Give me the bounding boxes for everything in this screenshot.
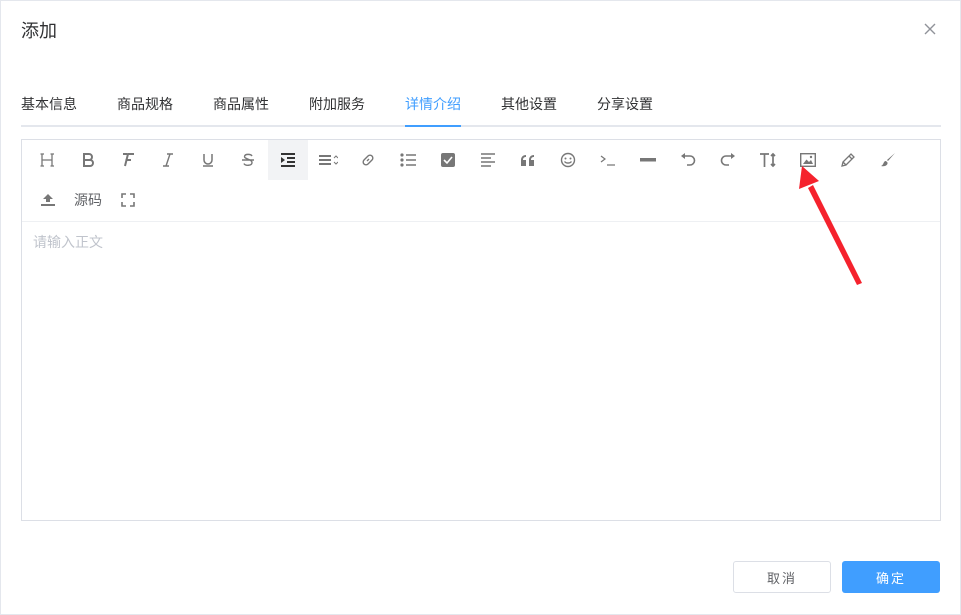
underline-icon[interactable]: [188, 140, 228, 180]
rich-text-editor: 源码 请输入正文: [21, 139, 941, 521]
pen-icon[interactable]: [828, 140, 868, 180]
close-icon[interactable]: [918, 17, 942, 41]
heading-icon[interactable]: [28, 140, 68, 180]
fullscreen-icon[interactable]: [108, 180, 148, 220]
emoji-icon[interactable]: [548, 140, 588, 180]
tab-product-spec[interactable]: 商品规格: [117, 87, 173, 125]
italic-icon[interactable]: [148, 140, 188, 180]
redo-icon[interactable]: [708, 140, 748, 180]
tab-share-settings[interactable]: 分享设置: [597, 87, 653, 125]
tab-bar: 基本信息 商品规格 商品属性 附加服务 详情介绍 其他设置 分享设置: [21, 87, 941, 127]
editor-content-area[interactable]: 请输入正文: [22, 222, 940, 520]
indent-icon[interactable]: [268, 140, 308, 180]
list-icon[interactable]: [388, 140, 428, 180]
image-icon[interactable]: [788, 140, 828, 180]
tab-other-settings[interactable]: 其他设置: [501, 87, 557, 125]
link-icon[interactable]: [348, 140, 388, 180]
editor-placeholder: 请输入正文: [33, 235, 103, 251]
tab-product-attributes[interactable]: 商品属性: [213, 87, 269, 125]
active-tab-indicator: [405, 125, 461, 127]
tab-detail-intro[interactable]: 详情介绍: [405, 87, 461, 125]
checkbox-icon[interactable]: [428, 140, 468, 180]
tab-basic-info[interactable]: 基本信息: [21, 87, 77, 125]
brush-icon[interactable]: [868, 140, 908, 180]
font-icon[interactable]: [108, 140, 148, 180]
editor-toolbar: 源码: [22, 140, 940, 222]
upload-icon[interactable]: [28, 180, 68, 220]
font-size-icon[interactable]: [748, 140, 788, 180]
undo-icon[interactable]: [668, 140, 708, 180]
dialog-title: 添加: [21, 21, 57, 42]
quote-icon[interactable]: [508, 140, 548, 180]
confirm-button[interactable]: 确定: [842, 561, 940, 593]
source-code-button[interactable]: 源码: [68, 180, 108, 220]
code-icon[interactable]: [588, 140, 628, 180]
tab-additional-services[interactable]: 附加服务: [309, 87, 365, 125]
add-dialog: 添加 基本信息 商品规格 商品属性 附加服务 详情介绍 其他设置 分享设置 源码…: [0, 0, 961, 615]
line-height-icon[interactable]: [308, 140, 348, 180]
strikethrough-icon[interactable]: [228, 140, 268, 180]
divider-icon[interactable]: [628, 140, 668, 180]
align-left-icon[interactable]: [468, 140, 508, 180]
cancel-button[interactable]: 取消: [733, 561, 831, 593]
bold-icon[interactable]: [68, 140, 108, 180]
